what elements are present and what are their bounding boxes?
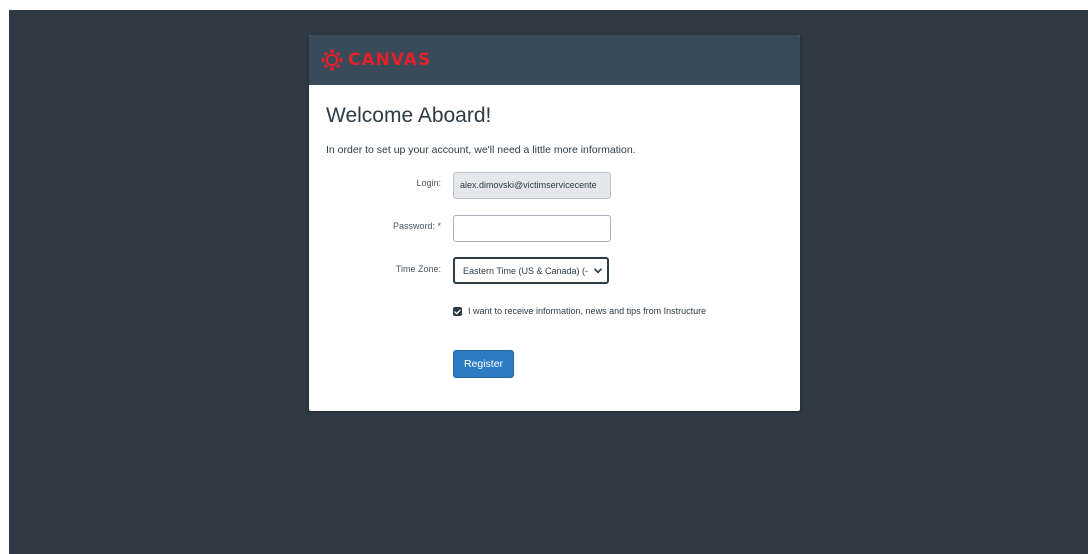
checkmark-icon xyxy=(454,302,461,320)
login-label: Login: xyxy=(416,178,441,188)
newsletter-option: I want to receive information, news and … xyxy=(453,306,706,316)
newsletter-label[interactable]: I want to receive information, news and … xyxy=(468,306,706,316)
timezone-label: Time Zone: xyxy=(395,264,441,274)
timezone-select[interactable]: Eastern Time (US & Canada) (- xyxy=(453,257,609,284)
newsletter-checkbox[interactable] xyxy=(453,306,462,316)
canvas-logo: CANVAS xyxy=(321,49,431,71)
chevron-down-icon xyxy=(593,267,603,274)
password-input[interactable] xyxy=(453,215,611,242)
page-title: Welcome Aboard! xyxy=(326,104,492,127)
registration-card: CANVAS Welcome Aboard! In order to set u… xyxy=(309,35,800,411)
timezone-selected-value: Eastern Time (US & Canada) (- xyxy=(463,265,589,276)
intro-text: In order to set up your account, we'll n… xyxy=(326,144,636,156)
card-header: CANVAS xyxy=(309,35,800,85)
login-field: alex.dimovski@victimservicecente xyxy=(453,172,611,199)
register-button[interactable]: Register xyxy=(453,350,514,378)
password-label: Password: * xyxy=(392,221,441,231)
brand-name: CANVAS xyxy=(348,50,432,70)
canvas-logo-icon xyxy=(321,49,343,71)
